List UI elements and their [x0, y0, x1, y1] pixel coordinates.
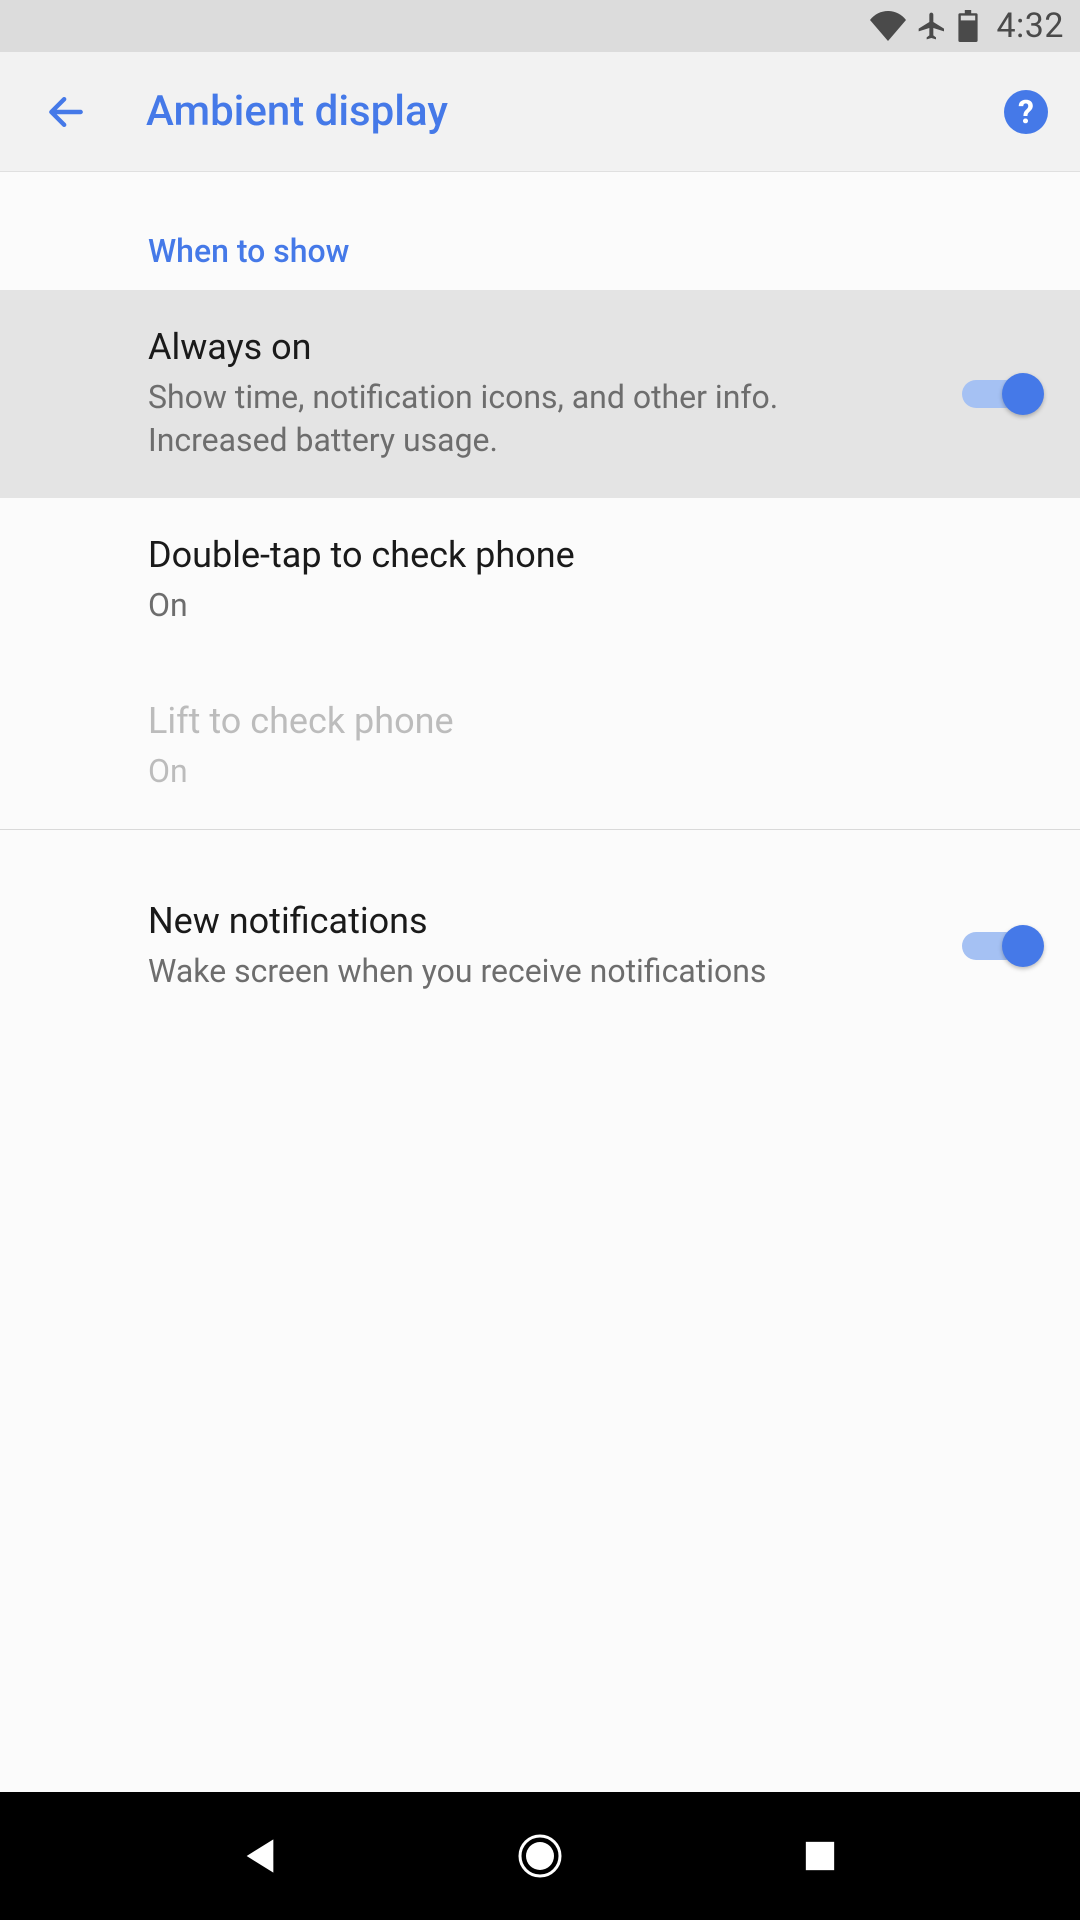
setting-title: Always on	[148, 326, 922, 368]
status-bar: 4:32	[0, 0, 1080, 52]
help-button[interactable]: ?	[1004, 90, 1048, 134]
setting-new-notifications[interactable]: New notifications Wake screen when you r…	[0, 830, 1080, 1029]
empty-space	[0, 1029, 1080, 1792]
app-bar: Ambient display ?	[0, 52, 1080, 172]
nav-home-button[interactable]	[500, 1816, 580, 1896]
setting-title: Lift to check phone	[148, 700, 996, 742]
notifications-switch[interactable]	[962, 924, 1036, 968]
nav-recents-button[interactable]	[780, 1816, 860, 1896]
setting-subtitle: Show time, notification icons, and other…	[148, 376, 922, 462]
always-on-switch[interactable]	[962, 372, 1036, 416]
wifi-icon	[870, 11, 906, 41]
page-title: Ambient display	[146, 87, 1004, 136]
back-button[interactable]	[44, 90, 88, 134]
status-time: 4:32	[996, 6, 1064, 46]
setting-always-on[interactable]: Always on Show time, notification icons,…	[0, 290, 1080, 498]
navigation-bar	[0, 1792, 1080, 1920]
setting-title: New notifications	[148, 900, 922, 942]
setting-subtitle: On	[148, 750, 996, 793]
section-header-when-to-show: When to show	[0, 172, 1080, 290]
setting-subtitle: Wake screen when you receive notificatio…	[148, 950, 922, 993]
setting-double-tap[interactable]: Double-tap to check phone On	[0, 498, 1080, 663]
airplane-icon	[916, 10, 948, 42]
setting-title: Double-tap to check phone	[148, 534, 996, 576]
settings-list: When to show Always on Show time, notifi…	[0, 172, 1080, 1029]
nav-back-button[interactable]	[220, 1816, 300, 1896]
battery-icon	[958, 10, 978, 42]
setting-lift-to-check: Lift to check phone On	[0, 664, 1080, 829]
help-icon: ?	[1018, 93, 1034, 131]
setting-subtitle: On	[148, 584, 996, 627]
